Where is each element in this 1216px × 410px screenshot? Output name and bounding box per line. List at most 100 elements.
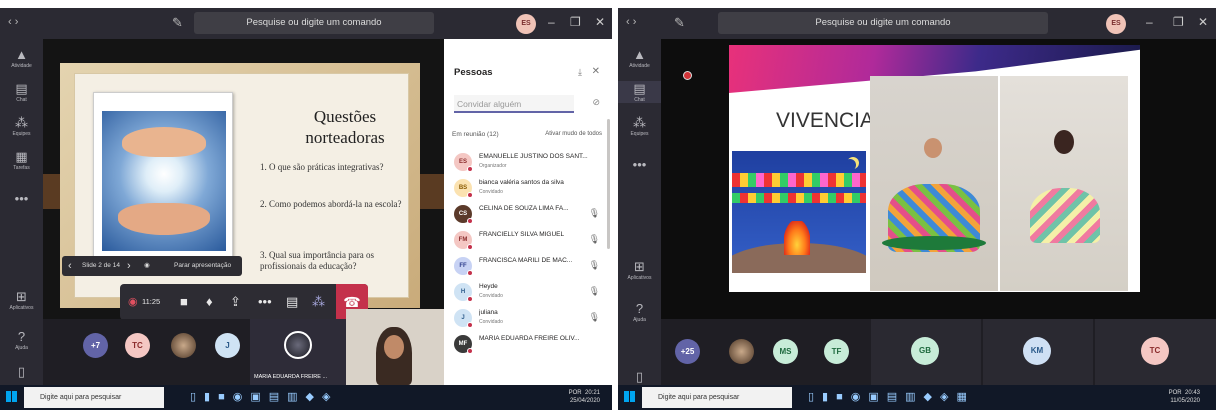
stop-presenting-button[interactable]: Parar apresentação bbox=[174, 256, 231, 276]
windows-start-icon[interactable] bbox=[624, 391, 635, 402]
rail-apps[interactable]: ⊞ Aplicativos bbox=[618, 259, 661, 281]
invite-input[interactable]: Convidar alguém bbox=[454, 95, 574, 113]
status-dot bbox=[467, 218, 473, 224]
participant-j: J bbox=[215, 333, 240, 358]
slide-title: VIVENCIA bbox=[776, 109, 875, 132]
bonfire-icon bbox=[784, 221, 810, 255]
nav-arrows[interactable]: ‹ › bbox=[8, 16, 18, 28]
left-taskbar: Digite aqui para pesquisar ▯▮■◉▣▤▥◆◈ POR… bbox=[0, 385, 612, 410]
rail-device[interactable]: ▯ bbox=[618, 369, 661, 384]
more-actions-icon[interactable]: ••• bbox=[258, 293, 272, 311]
more-icon: ••• bbox=[14, 191, 29, 206]
participant-row[interactable]: Jjuliana Convidado 🎙 bbox=[454, 307, 604, 333]
participant-row[interactable]: CS CELINA DE SOUZA LIMA FA... 🎙 bbox=[454, 203, 604, 229]
more-icon: ••• bbox=[632, 157, 647, 172]
participant-row[interactable]: FM FRANCIELLY SILVA MIGUEL 🎙 bbox=[454, 229, 604, 255]
microphone-icon[interactable]: ♦ bbox=[206, 293, 213, 311]
rail-more[interactable]: ••• bbox=[0, 191, 43, 206]
status-dot bbox=[467, 192, 473, 198]
minimize-icon[interactable]: – bbox=[548, 15, 555, 29]
tray-date: 11/05/2020 bbox=[1170, 398, 1200, 404]
mic-muted-icon[interactable]: 🎙 bbox=[589, 312, 600, 323]
tile-gb: GB bbox=[871, 319, 981, 385]
next-slide-button[interactable]: › bbox=[127, 256, 131, 276]
share-screen-icon[interactable]: ⇪ bbox=[230, 293, 241, 311]
participant-role: Convidado bbox=[479, 189, 503, 195]
status-dot bbox=[467, 348, 473, 354]
rail-help[interactable]: ? Ajuda bbox=[0, 329, 43, 351]
participant-name: CELINA DE SOUZA LIMA FA... bbox=[479, 205, 569, 212]
user-avatar[interactable]: ES bbox=[516, 14, 536, 34]
camera-icon[interactable]: ■ bbox=[180, 293, 188, 311]
tray-time: 20:43 bbox=[1184, 390, 1200, 396]
camera-face bbox=[384, 335, 404, 359]
participant-row[interactable]: H Heyde Convidado 🎙 bbox=[454, 281, 604, 307]
right-taskbar: Digite aqui para pesquisar ▯▮■◉▣▤▥◆◈▦ PO… bbox=[618, 385, 1216, 410]
compose-icon[interactable]: ✎ bbox=[172, 15, 183, 31]
moon-icon bbox=[844, 159, 856, 171]
share-link-icon[interactable]: ⊘ bbox=[592, 97, 600, 108]
teams-icon: ⁂ bbox=[633, 115, 646, 130]
prev-slide-button[interactable]: ‹ bbox=[68, 256, 72, 276]
slide-counter: Slide 2 de 14 bbox=[82, 262, 120, 269]
more-participants-badge[interactable]: +25 bbox=[675, 339, 700, 364]
rail-chat[interactable]: ▤ Chat bbox=[618, 81, 661, 103]
participant-row[interactable]: MF MARIA EDUARDA FREIRE OLIV... bbox=[454, 333, 604, 359]
participants-icon[interactable]: ⁂ bbox=[312, 293, 325, 311]
rail-teams[interactable]: ⁂ Equipes bbox=[0, 115, 43, 137]
taskbar-apps[interactable]: ▯▮■◉▣▤▥◆◈▦ bbox=[808, 390, 975, 403]
participant-row[interactable]: BS bianca valéria santos da silva Convidad… bbox=[454, 177, 604, 203]
chat-toggle-icon[interactable]: ▤ bbox=[286, 293, 298, 311]
system-tray: POR 20:43 11/05/2020 bbox=[1100, 389, 1200, 405]
rail-activity[interactable]: ▲ Atividade bbox=[618, 47, 661, 69]
search-bar[interactable]: Pesquise ou digite um comando bbox=[194, 12, 434, 34]
more-participants-badge[interactable]: +7 bbox=[83, 333, 108, 358]
download-icon[interactable]: ⤓ bbox=[578, 67, 582, 78]
restore-icon[interactable]: ❐ bbox=[1173, 15, 1184, 29]
mute-all-button[interactable]: Ativar mudo de todos bbox=[545, 131, 602, 137]
windows-start-icon[interactable] bbox=[6, 391, 17, 402]
left-title-bar: ‹ › ✎ Pesquise ou digite um comando ES –… bbox=[0, 8, 612, 39]
rail-apps[interactable]: ⊞ Aplicativos bbox=[0, 289, 43, 311]
close-icon[interactable]: ✕ bbox=[1198, 15, 1208, 29]
rail-help[interactable]: ? Ajuda bbox=[618, 301, 661, 323]
close-icon[interactable]: ✕ bbox=[595, 15, 605, 29]
mic-muted-icon[interactable]: 🎙 bbox=[589, 208, 600, 219]
rail-tasks[interactable]: ▦ Tarefas bbox=[0, 149, 43, 171]
in-meeting-header[interactable]: Em reunião (12) bbox=[452, 131, 499, 138]
dancer-1-head bbox=[924, 138, 942, 158]
slide-band-right bbox=[418, 174, 444, 209]
mic-muted-icon[interactable]: 🎙 bbox=[589, 234, 600, 245]
nav-arrows[interactable]: ‹ › bbox=[626, 16, 636, 28]
taskbar-apps[interactable]: ▯▮■◉▣▤▥◆◈ bbox=[190, 390, 338, 403]
mic-muted-icon[interactable]: 🎙 bbox=[589, 260, 600, 271]
participant-row[interactable]: FF FRANCISCA MARILI DE MAC... 🎙 bbox=[454, 255, 604, 281]
dancer-photo-1 bbox=[870, 76, 998, 291]
mic-muted-icon[interactable]: 🎙 bbox=[589, 286, 600, 297]
panel-close-icon[interactable]: ✕ bbox=[592, 66, 600, 77]
restore-icon[interactable]: ❐ bbox=[570, 15, 581, 29]
rail-activity[interactable]: ▲ Atividade bbox=[0, 47, 43, 69]
search-bar[interactable]: Pesquise ou digite um comando bbox=[718, 12, 1048, 34]
rail-chat[interactable]: ▤ Chat bbox=[0, 81, 43, 103]
teams-icon: ⁂ bbox=[15, 115, 28, 130]
help-icon: ? bbox=[17, 329, 26, 344]
participant-video-camera bbox=[346, 309, 444, 385]
participant-role: Convidado bbox=[479, 293, 503, 299]
compose-icon[interactable]: ✎ bbox=[674, 15, 685, 31]
taskbar-search[interactable]: Digite aqui para pesquisar bbox=[24, 387, 164, 408]
maria-avatar bbox=[284, 331, 312, 359]
rail-device[interactable]: ▯ bbox=[0, 364, 43, 379]
user-avatar[interactable]: ES bbox=[1106, 14, 1126, 34]
tray-time: 20:21 bbox=[584, 390, 600, 396]
phone-icon: ▯ bbox=[17, 364, 26, 379]
rail-teams[interactable]: ⁂ Equipes bbox=[618, 115, 661, 137]
taskbar-search[interactable]: Digite aqui para pesquisar bbox=[642, 387, 792, 408]
rail-more[interactable]: ••• bbox=[618, 157, 661, 172]
eye-icon[interactable]: ◉ bbox=[144, 256, 150, 276]
tile-tc: TC bbox=[1095, 319, 1216, 385]
panel-scrollbar[interactable] bbox=[607, 119, 610, 249]
minimize-icon[interactable]: – bbox=[1146, 15, 1153, 29]
participant-name: EMANUELLE JUSTINO DOS SANT... bbox=[479, 153, 588, 160]
participant-row[interactable]: ES EMANUELLE JUSTINO DOS SANT... Organizad… bbox=[454, 151, 604, 177]
